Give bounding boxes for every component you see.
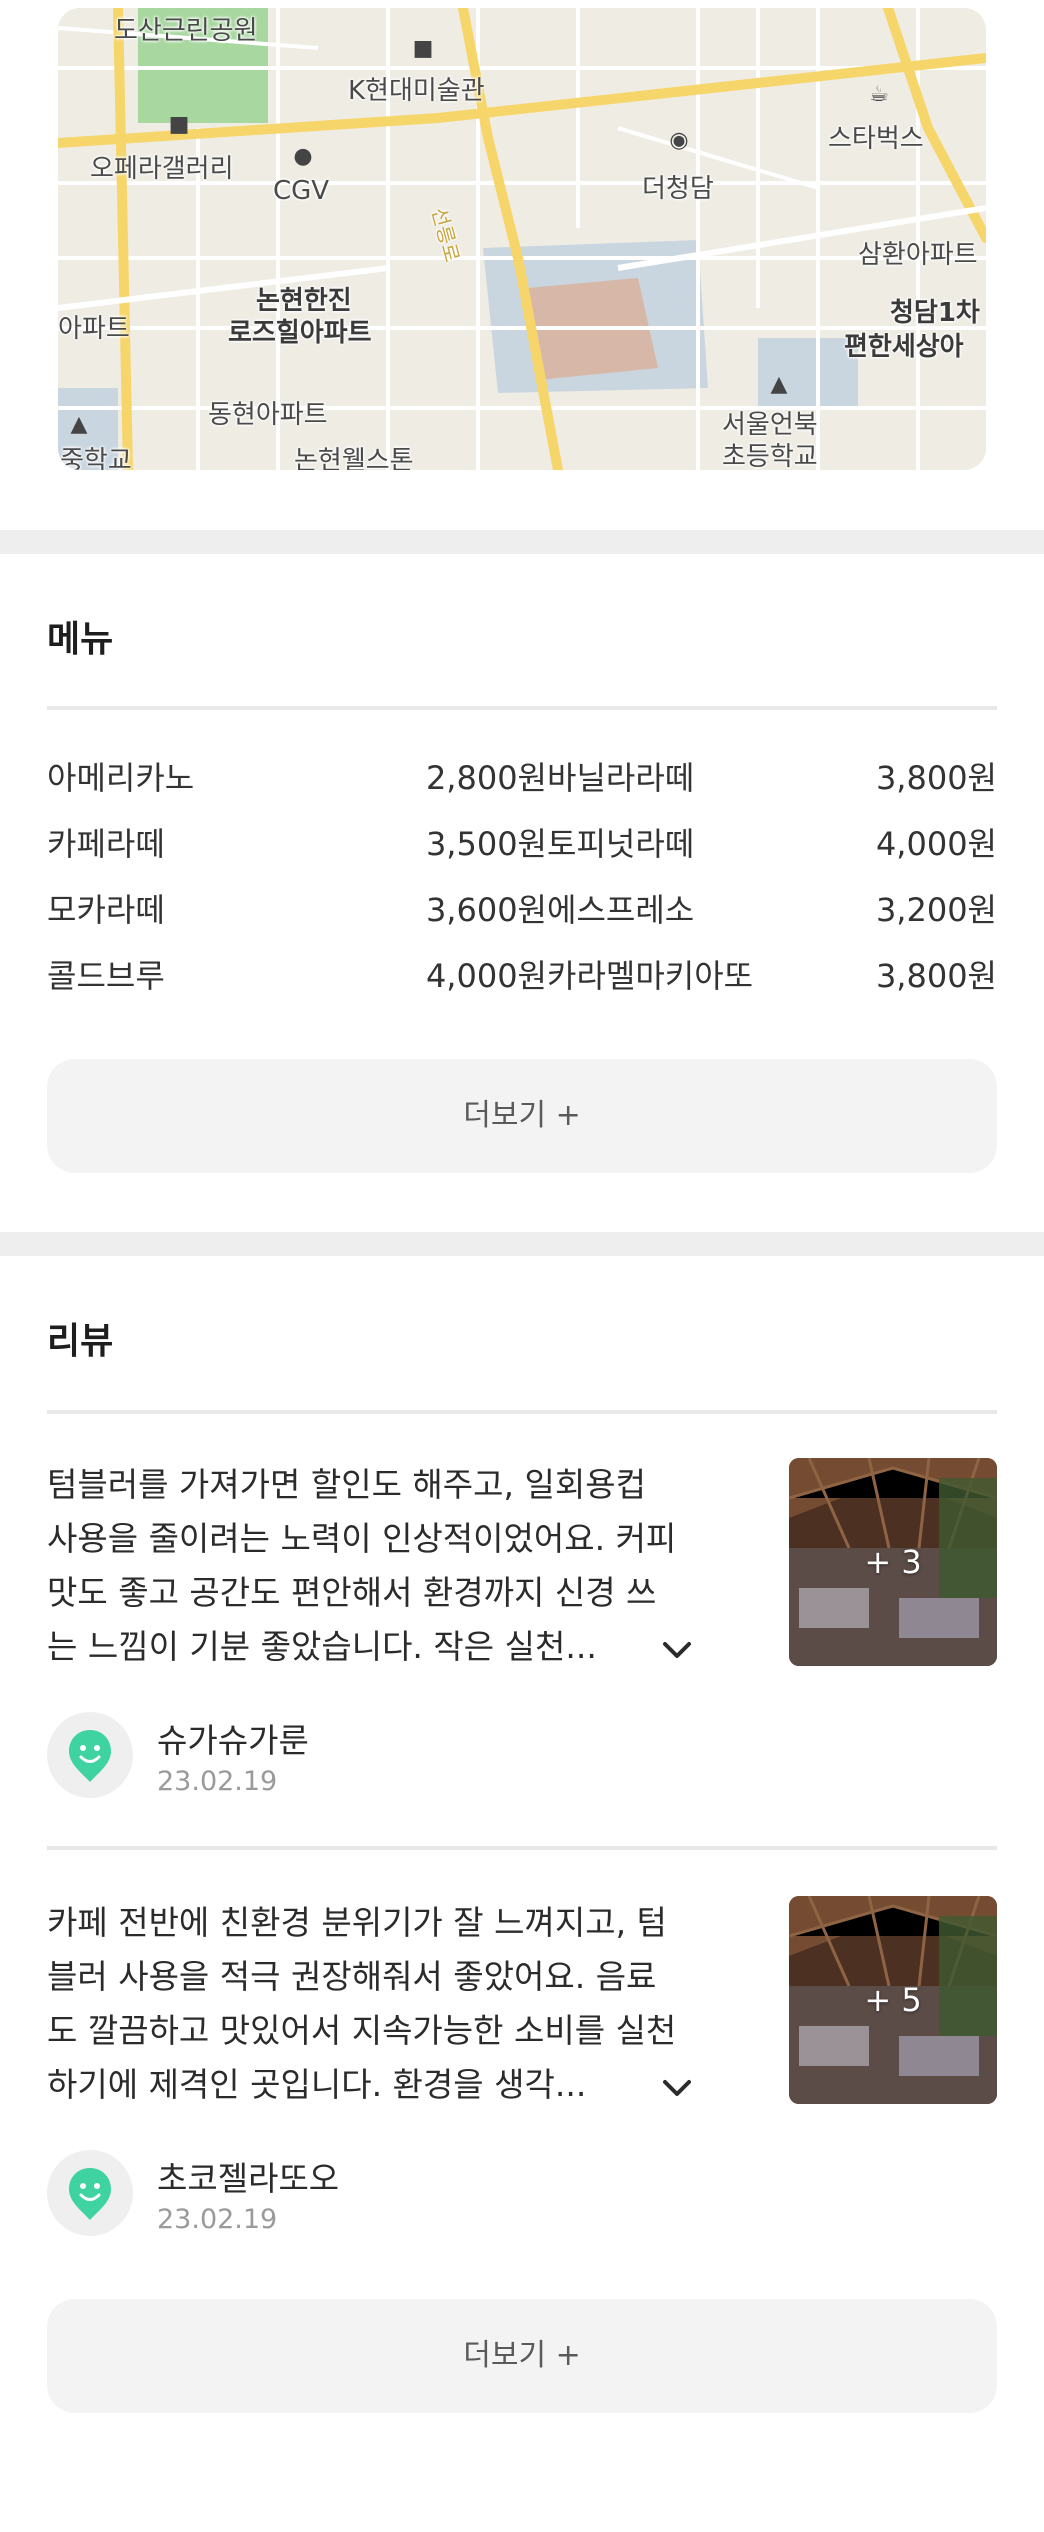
photo-count: + 5: [864, 1981, 922, 2019]
school-icon: ▲: [70, 412, 88, 437]
review-divider: [47, 1846, 997, 1850]
map-label-apartment: 로즈힐아파트: [228, 318, 372, 348]
map-graphic: [58, 8, 986, 470]
menu-item-price: 3,500원: [425, 825, 547, 863]
menu-item-price: 3,800원: [875, 957, 997, 995]
chevron-down-icon[interactable]: [655, 2066, 699, 2110]
menu-item-name: 바닐라라떼: [547, 759, 695, 797]
menu-row: 모카라떼 3,600원 에스프레소 3,200원: [47, 877, 997, 943]
review-text-line: 카페 전반에 친환경 분위기가 잘 느껴지고, 텀: [47, 1903, 667, 1942]
menu-item-name: 토피넛라떼: [547, 825, 695, 863]
review-date: 23.02.19: [157, 2204, 278, 2235]
review-text-line: 맛도 좋고 공간도 편안해서 환경까지 신경 쓰: [47, 1573, 657, 1612]
map-label-restaurant: 더청담: [642, 174, 714, 204]
map-label-museum: K현대미술관: [348, 76, 485, 106]
menu-item-price: 4,000원: [875, 825, 997, 863]
map-label-apartment: 아파트: [58, 314, 130, 344]
review-text-line: 도 깔끔하고 맛있어서 지속가능한 소비를 실천: [47, 2011, 677, 2050]
smile-icon: [69, 2168, 111, 2220]
photo-count: + 3: [864, 1543, 922, 1581]
museum-icon: ■: [412, 36, 434, 61]
school-icon: ▲: [770, 372, 788, 397]
smile-icon: [69, 1730, 111, 1782]
review-text[interactable]: 카페 전반에 친환경 분위기가 잘 느껴지고, 텀 블러 사용을 적극 권장해줘…: [47, 1896, 737, 2112]
map-label-school: 초등학교: [722, 442, 818, 470]
map-label-park: 도산근린공원: [114, 16, 258, 46]
map-label-apartment: 청담1차: [890, 298, 980, 328]
map-label-apartment: 동현아파트: [208, 400, 328, 430]
menu-item-name: 카페라떼: [47, 825, 165, 863]
menu-item-price: 3,600원: [425, 891, 547, 929]
menu-item-name: 콜드브루: [47, 957, 165, 995]
review-item: 카페 전반에 친환경 분위기가 잘 느껴지고, 텀 블러 사용을 적극 권장해줘…: [47, 1896, 997, 2236]
cinema-icon: ●: [293, 144, 313, 169]
menu-divider: [47, 706, 997, 710]
menu-item-price: 4,000원: [425, 957, 547, 995]
review-date: 23.02.19: [157, 1766, 278, 1797]
review-text-line: 사용을 줄이려는 노력이 인상적이었어요. 커피: [47, 1519, 677, 1558]
review-photo-thumbnail[interactable]: + 3: [789, 1458, 997, 1666]
review-photo-thumbnail[interactable]: + 5: [789, 1896, 997, 2104]
review-text-line: 블러 사용을 적극 권장해줘서 좋았어요. 음료: [47, 1957, 657, 1996]
map-label-gallery: 오페라갤러리: [90, 154, 234, 184]
reviewer-name: 슈가슈가룬: [157, 1721, 309, 1760]
map-label-apartment: 논현웰스톤: [294, 446, 414, 470]
restaurant-icon: ◉: [669, 128, 689, 153]
menu-row: 아메리카노 2,800원 바닐라라떼 3,800원: [47, 745, 997, 811]
menu-item-price: 3,200원: [875, 891, 997, 929]
reviewer-name: 초코젤라또오: [157, 2159, 340, 2198]
map-label-cgv: CGV: [273, 176, 330, 206]
menu-item-name: 아메리카노: [47, 759, 195, 797]
location-map[interactable]: ■ ■ ● ☕ ◉ ▲ ▲ 도산근린공원 K현대미술관 오페라갤러리 CGV 스…: [58, 8, 986, 470]
menu-item-name: 모카라떼: [47, 891, 165, 929]
chevron-down-icon[interactable]: [655, 1628, 699, 1672]
section-divider: [0, 530, 1044, 554]
review-divider: [47, 1410, 997, 1414]
review-section-title: 리뷰: [47, 1321, 114, 1362]
review-text-line: 는 느낌이 기분 좋았습니다. 작은 실천...: [47, 1627, 597, 1666]
review-text-line: 텀블러를 가져가면 할인도 해주고, 일회용컵: [47, 1465, 646, 1504]
menu-item-name: 에스프레소: [547, 891, 695, 929]
menu-row: 콜드브루 4,000원 카라멜마키아또 3,800원: [47, 943, 997, 1009]
map-label-apartment: 편한세상아: [844, 332, 964, 362]
menu-row: 카페라떼 3,500원 토피넛라떼 4,000원: [47, 811, 997, 877]
review-text[interactable]: 텀블러를 가져가면 할인도 해주고, 일회용컵 사용을 줄이려는 노력이 인상적…: [47, 1458, 737, 1674]
section-divider: [0, 1232, 1044, 1256]
avatar: [47, 2150, 133, 2236]
review-more-button[interactable]: 더보기 +: [47, 2299, 997, 2413]
menu-section-title: 메뉴: [47, 619, 114, 660]
map-label-school: 중학교: [60, 446, 132, 470]
review-text-line: 하기에 제격인 곳입니다. 환경을 생각...: [47, 2065, 587, 2104]
review-item: 텀블러를 가져가면 할인도 해주고, 일회용컵 사용을 줄이려는 노력이 인상적…: [47, 1458, 997, 1798]
menu-more-button[interactable]: 더보기 +: [47, 1059, 997, 1173]
gallery-icon: ■: [168, 112, 190, 137]
map-label-starbucks: 스타벅스: [828, 124, 924, 154]
menu-item-price: 3,800원: [875, 759, 997, 797]
menu-item-name: 카라멜마키아또: [547, 957, 754, 995]
map-label-apartment: 삼환아파트: [858, 240, 978, 270]
cafe-icon: ☕: [869, 82, 889, 107]
menu-item-price: 2,800원: [425, 759, 547, 797]
avatar: [47, 1712, 133, 1798]
